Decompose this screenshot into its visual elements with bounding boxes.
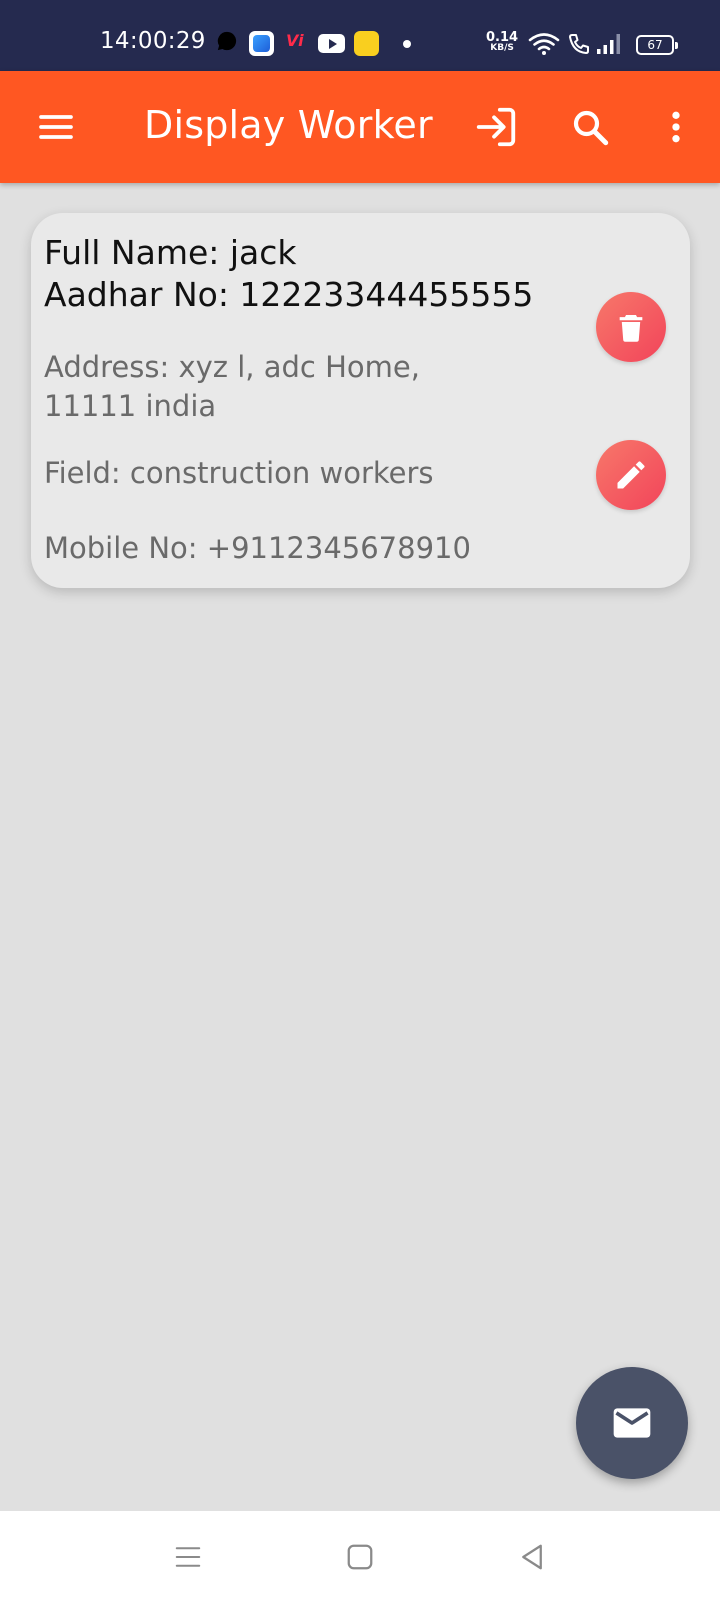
recents-button[interactable]	[164, 1533, 212, 1581]
edit-button[interactable]	[596, 440, 666, 510]
back-button[interactable]	[508, 1533, 556, 1581]
vi-icon: Vi	[286, 31, 304, 50]
status-time: 14:00:29	[100, 28, 206, 54]
worker-field: Field: construction workers	[44, 456, 434, 490]
edit-icon	[617, 461, 645, 489]
home-icon	[347, 1544, 373, 1570]
more-vert-icon	[672, 111, 680, 143]
menu-icon	[39, 115, 73, 139]
app-icon	[354, 31, 379, 56]
back-icon	[522, 1544, 542, 1570]
recents-icon	[175, 1547, 201, 1567]
more-options-button[interactable]	[644, 95, 708, 159]
app-toolbar: Display Worker	[0, 71, 720, 183]
search-icon	[573, 110, 609, 146]
worker-address: Address: xyz l, adc Home, 11111 india	[44, 350, 420, 423]
login-button[interactable]	[464, 95, 528, 159]
battery-icon: 67	[636, 35, 678, 55]
menu-button[interactable]	[24, 95, 88, 159]
signal-icon	[597, 34, 620, 54]
dot-icon	[403, 40, 411, 48]
worker-mobile: Mobile No: +9112345678910	[44, 531, 471, 565]
delete-button[interactable]	[596, 292, 666, 362]
mail-icon	[613, 1408, 651, 1438]
page-title: Display Worker	[144, 103, 433, 147]
wifi-call-icon	[569, 34, 589, 54]
net-speed-unit: KB/S	[490, 43, 514, 53]
app-icon	[249, 31, 274, 56]
status-bar: 14:00:29 Vi 0.14 KB/S 67	[0, 0, 720, 71]
search-button[interactable]	[558, 95, 622, 159]
youtube-icon	[318, 34, 345, 53]
wifi-icon	[528, 33, 560, 55]
worker-full-name: Full Name: jack	[44, 233, 297, 272]
worker-card[interactable]: Full Name: jack Aadhar No: 1222334445555…	[31, 213, 690, 588]
delete-icon	[619, 314, 643, 342]
whatsapp-icon	[217, 31, 237, 51]
login-icon	[476, 107, 516, 147]
net-speed: 0.14 KB/S	[486, 31, 518, 54]
home-button[interactable]	[336, 1533, 384, 1581]
mail-fab-button[interactable]	[576, 1367, 688, 1479]
worker-aadhar: Aadhar No: 12223344455555	[44, 275, 534, 314]
system-nav-bar	[0, 1511, 720, 1600]
